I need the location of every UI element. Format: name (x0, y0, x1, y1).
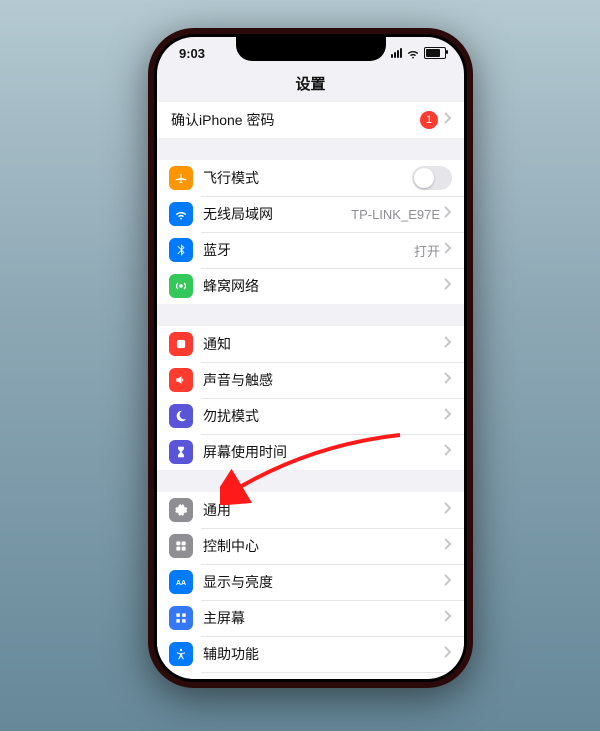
row-home-screen[interactable]: 主屏幕 (157, 600, 464, 636)
control-center-icon (169, 534, 193, 558)
row-bluetooth[interactable]: 蓝牙 打开 (157, 232, 464, 268)
row-label: 主屏幕 (203, 608, 444, 628)
battery-icon (424, 47, 446, 59)
phone-bezel: 9:03 设置 确认iPhone 密码 1 (154, 34, 467, 682)
row-label: 显示与亮度 (203, 572, 444, 592)
row-notifications[interactable]: 通知 (157, 326, 464, 362)
notch (236, 37, 386, 61)
row-label: 控制中心 (203, 536, 444, 556)
list-group: 通用 控制中心 AA 显示与亮度 主屏幕 (157, 492, 464, 679)
moon-icon (169, 404, 193, 428)
home-screen-icon (169, 606, 193, 630)
chevron-right-icon (444, 501, 452, 519)
sounds-icon (169, 368, 193, 392)
hourglass-icon (169, 440, 193, 464)
svg-text:AA: AA (176, 580, 186, 587)
row-label: 通用 (203, 500, 444, 520)
row-cellular[interactable]: 蜂窝网络 (157, 268, 464, 304)
notifications-icon (169, 332, 193, 356)
row-label: 飞行模式 (203, 168, 412, 188)
phone-frame: 9:03 设置 确认iPhone 密码 1 (148, 28, 473, 688)
page-title: 设置 (157, 69, 464, 102)
row-control-center[interactable]: 控制中心 (157, 528, 464, 564)
wallpaper-icon (169, 678, 193, 679)
row-accessibility[interactable]: 辅助功能 (157, 636, 464, 672)
cellular-signal-icon (391, 48, 402, 58)
chevron-right-icon (444, 537, 452, 555)
gear-icon (169, 498, 193, 522)
row-wallpaper[interactable]: 墙纸 (157, 672, 464, 679)
chevron-right-icon (444, 645, 452, 663)
row-label: 声音与触感 (203, 370, 444, 390)
chevron-right-icon (444, 335, 452, 353)
chevron-right-icon (444, 443, 452, 461)
accessibility-icon (169, 642, 193, 666)
section-gap (157, 138, 464, 160)
display-icon: AA (169, 570, 193, 594)
chevron-right-icon (444, 277, 452, 295)
row-sounds[interactable]: 声音与触感 (157, 362, 464, 398)
row-value: TP-LINK_E97E (351, 207, 440, 222)
screen: 9:03 设置 确认iPhone 密码 1 (157, 37, 464, 679)
row-general[interactable]: 通用 (157, 492, 464, 528)
chevron-right-icon (444, 609, 452, 627)
row-display-brightness[interactable]: AA 显示与亮度 (157, 564, 464, 600)
status-time: 9:03 (179, 46, 205, 61)
section-gap (157, 304, 464, 326)
row-value: 打开 (414, 241, 440, 260)
bluetooth-icon (169, 238, 193, 262)
section-gap (157, 470, 464, 492)
row-do-not-disturb[interactable]: 勿扰模式 (157, 398, 464, 434)
row-label: 辅助功能 (203, 644, 444, 664)
wifi-status-icon (406, 46, 420, 60)
status-indicators (391, 46, 446, 60)
airplane-icon (169, 166, 193, 190)
row-confirm-passcode[interactable]: 确认iPhone 密码 1 (157, 102, 464, 138)
row-label: 通知 (203, 334, 444, 354)
chevron-right-icon (444, 371, 452, 389)
chevron-right-icon (444, 111, 452, 129)
row-screen-time[interactable]: 屏幕使用时间 (157, 434, 464, 470)
list-group: 通知 声音与触感 勿扰模式 屏幕使用时间 (157, 326, 464, 470)
notification-badge: 1 (420, 111, 438, 129)
chevron-right-icon (444, 407, 452, 425)
row-label: 蓝牙 (203, 240, 414, 260)
row-wifi[interactable]: 无线局域网 TP-LINK_E97E (157, 196, 464, 232)
row-label: 屏幕使用时间 (203, 442, 444, 462)
row-label: 蜂窝网络 (203, 276, 444, 296)
list-group: 飞行模式 无线局域网 TP-LINK_E97E 蓝牙 打开 (157, 160, 464, 304)
row-airplane-mode[interactable]: 飞行模式 (157, 160, 464, 196)
scene: 9:03 设置 确认iPhone 密码 1 (0, 0, 600, 731)
row-label: 无线局域网 (203, 204, 351, 224)
cellular-icon (169, 274, 193, 298)
chevron-right-icon (444, 205, 452, 223)
airplane-toggle[interactable] (412, 166, 452, 190)
wifi-icon (169, 202, 193, 226)
row-label: 确认iPhone 密码 (171, 110, 420, 130)
list-group: 确认iPhone 密码 1 (157, 102, 464, 138)
chevron-right-icon (444, 573, 452, 591)
row-label: 勿扰模式 (203, 406, 444, 426)
chevron-right-icon (444, 241, 452, 259)
